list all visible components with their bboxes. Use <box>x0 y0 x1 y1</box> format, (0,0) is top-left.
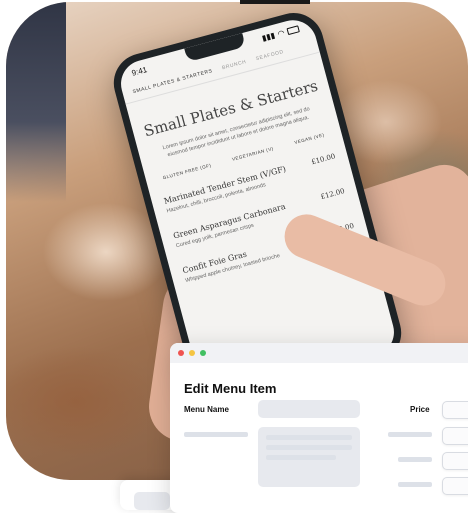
price-label: Price <box>410 405 430 414</box>
menu-name-input[interactable] <box>258 400 360 418</box>
placeholder-chip <box>134 492 170 510</box>
price-input[interactable] <box>442 401 468 419</box>
option-field[interactable] <box>442 427 468 445</box>
filter-gluten-free[interactable]: GLUTEN FREE (GF) <box>162 163 212 181</box>
window-titlebar <box>170 343 468 363</box>
placeholder-line <box>266 445 352 450</box>
menu-name-label: Menu Name <box>184 405 229 414</box>
placeholder-line <box>266 435 352 440</box>
zoom-dot[interactable] <box>200 350 206 356</box>
placeholder-line <box>398 457 432 462</box>
placeholder-line <box>184 432 248 437</box>
close-dot[interactable] <box>178 350 184 356</box>
filter-vegetarian[interactable]: VEGETARIAN (V) <box>231 146 274 162</box>
wifi-icon: ◠ <box>276 27 286 39</box>
edit-menu-item-window: Edit Menu Item Menu Name Price <box>170 343 468 513</box>
option-field[interactable] <box>442 452 468 470</box>
battery-icon <box>286 24 300 35</box>
placeholder-line <box>398 482 432 487</box>
placeholder-line <box>388 432 432 437</box>
background-shadow <box>6 2 66 202</box>
tab-seafood[interactable]: SEAFOOD <box>255 49 284 62</box>
signal-icon: ▮▮▮ <box>260 30 276 43</box>
filter-vegan[interactable]: VEGAN (VE) <box>294 132 325 145</box>
option-field[interactable] <box>442 477 468 495</box>
background-edge <box>240 0 310 4</box>
minimize-dot[interactable] <box>189 350 195 356</box>
status-time: 9:41 <box>130 64 148 78</box>
placeholder-line <box>266 455 336 460</box>
tab-brunch[interactable]: BRUNCH <box>221 59 247 71</box>
window-title: Edit Menu Item <box>184 381 277 396</box>
